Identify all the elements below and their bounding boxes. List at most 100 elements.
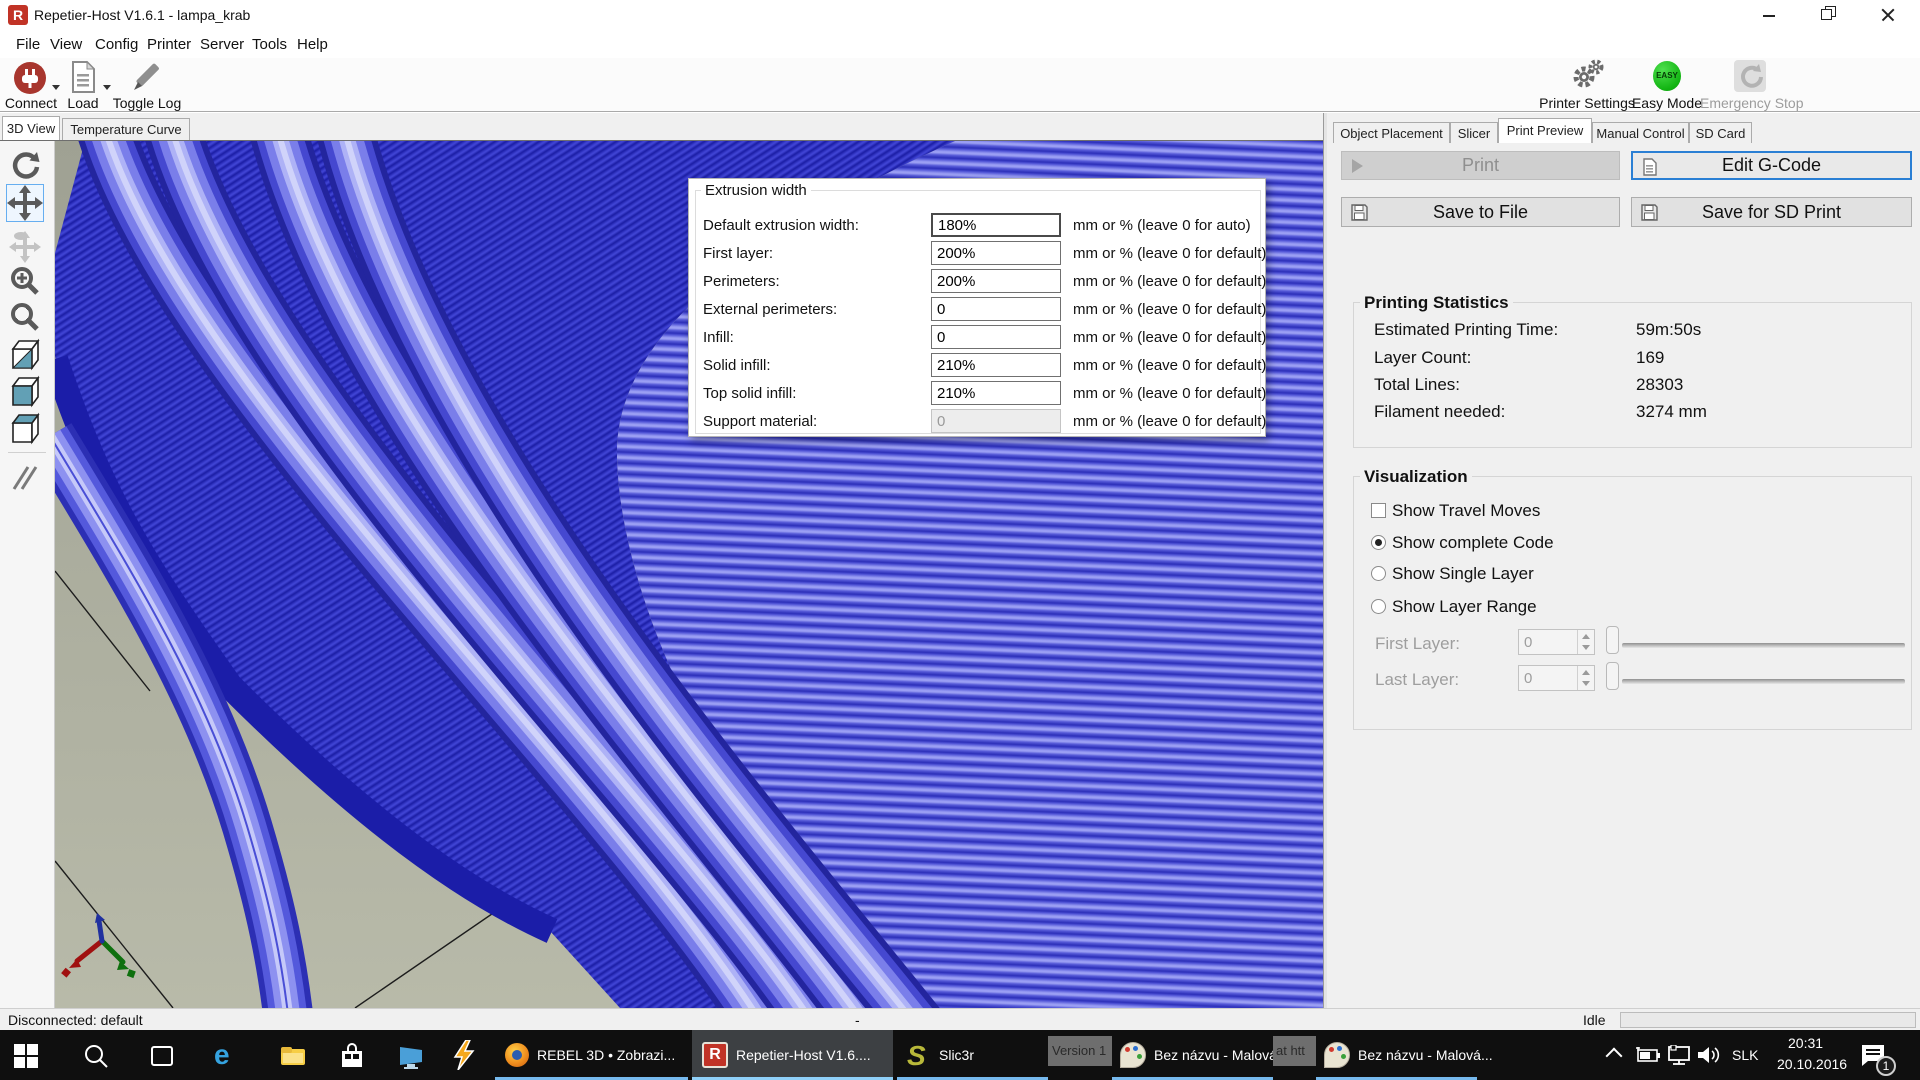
show-single-layer-label[interactable]: Show Single Layer xyxy=(1392,564,1534,584)
taskbar-repetier-button[interactable]: R Repetier-Host V1.6.... xyxy=(692,1030,893,1080)
last-layer-slider-handle xyxy=(1606,662,1619,690)
menu-tools[interactable]: Tools xyxy=(252,36,287,53)
printer-state: Idle xyxy=(1583,1012,1606,1028)
printer-settings-button[interactable] xyxy=(1570,58,1604,92)
task-view-icon[interactable] xyxy=(150,1045,174,1067)
show-layer-range-label[interactable]: Show Layer Range xyxy=(1392,597,1537,617)
easy-mode-button[interactable]: EASY xyxy=(1653,61,1681,91)
edit-gcode-button[interactable]: Edit G-Code xyxy=(1631,151,1912,180)
front-view-icon[interactable] xyxy=(8,374,42,408)
show-complete-code-radio[interactable] xyxy=(1371,535,1386,550)
solid-infill-width-input[interactable] xyxy=(931,353,1061,377)
print-button: Print xyxy=(1341,151,1620,180)
field-hint: mm or % (leave 0 for default) xyxy=(1073,329,1266,346)
taskbar-button-label: Repetier-Host V1.6.... xyxy=(736,1047,871,1063)
search-icon[interactable] xyxy=(84,1044,108,1068)
clock-date[interactable]: 20.10.2016 xyxy=(1777,1056,1847,1072)
save-for-sd-button[interactable]: Save for SD Print xyxy=(1631,197,1912,227)
menu-printer[interactable]: Printer xyxy=(147,36,191,53)
parallel-projection-icon[interactable] xyxy=(10,461,40,495)
zoom-in-icon[interactable] xyxy=(9,265,41,297)
file-explorer-icon[interactable] xyxy=(280,1045,306,1067)
menu-server[interactable]: Server xyxy=(200,36,244,53)
store-icon[interactable] xyxy=(340,1043,364,1069)
tab-slicer[interactable]: Slicer xyxy=(1450,122,1498,143)
menu-view[interactable]: View xyxy=(50,36,82,53)
menu-help[interactable]: Help xyxy=(297,36,328,53)
last-layer-value: 0 xyxy=(1524,670,1532,687)
restore-button[interactable] xyxy=(1805,0,1851,30)
first-layer-spinner: 0 xyxy=(1518,629,1595,655)
taskbar-paint1-button[interactable]: Bez názvu - Malová... xyxy=(1112,1030,1273,1080)
clock-time[interactable]: 20:31 xyxy=(1788,1035,1823,1051)
move-view-button[interactable] xyxy=(6,184,44,222)
stat-label: Total Lines: xyxy=(1374,375,1460,395)
taskbar-firefox-button[interactable]: REBEL 3D • Zobrazi... xyxy=(495,1030,688,1080)
zoom-fit-icon[interactable] xyxy=(9,301,41,333)
tray-chevron-icon[interactable] xyxy=(1606,1048,1623,1065)
field-label: Default extrusion width: xyxy=(703,217,859,234)
menu-file[interactable]: File xyxy=(16,36,40,53)
isometric-view-icon[interactable] xyxy=(8,337,42,371)
first-layer-width-input[interactable] xyxy=(931,241,1061,265)
tab-print-preview[interactable]: Print Preview xyxy=(1498,118,1592,143)
notification-badge[interactable]: 1 xyxy=(1876,1056,1896,1076)
default-extrusion-width-input[interactable] xyxy=(931,213,1061,237)
show-travel-moves-checkbox[interactable] xyxy=(1371,503,1386,518)
load-button[interactable] xyxy=(68,60,98,94)
taskbar-slic3r-button[interactable]: S Slic3r xyxy=(897,1030,1048,1080)
close-button[interactable] xyxy=(1864,0,1910,30)
top-solid-infill-width-input[interactable] xyxy=(931,381,1061,405)
tab-temperature-curve[interactable]: Temperature Curve xyxy=(62,118,190,141)
stat-label: Estimated Printing Time: xyxy=(1374,320,1558,340)
external-perimeters-width-input[interactable] xyxy=(931,297,1061,321)
field-label: Support material: xyxy=(703,413,817,430)
emergency-stop-icon xyxy=(1734,60,1766,92)
battery-icon[interactable] xyxy=(1635,1047,1661,1063)
toggle-log-label: Toggle Log xyxy=(112,95,182,111)
taskbar-paint2-button[interactable]: Bez názvu - Malová... xyxy=(1316,1030,1477,1080)
menu-config[interactable]: Config xyxy=(95,36,138,53)
start-button-icon[interactable] xyxy=(14,1044,38,1068)
network-icon[interactable] xyxy=(1666,1045,1692,1065)
background-window-peek[interactable]: Version 1 xyxy=(1048,1036,1112,1066)
field-hint: mm or % (leave 0 for default) xyxy=(1073,301,1266,318)
stat-label: Filament needed: xyxy=(1374,402,1505,422)
background-window-peek[interactable]: at htt xyxy=(1273,1036,1316,1066)
extrusion-width-panel: Extrusion width Default extrusion width:… xyxy=(688,178,1266,437)
toggle-log-button[interactable] xyxy=(130,60,164,94)
save-to-file-button[interactable]: Save to File xyxy=(1341,197,1620,227)
edge-browser-icon[interactable]: e xyxy=(214,1042,240,1070)
show-travel-moves-label[interactable]: Show Travel Moves xyxy=(1392,501,1540,521)
rotate-view-icon[interactable] xyxy=(10,150,40,180)
gears-icon xyxy=(1570,58,1604,92)
volume-icon[interactable] xyxy=(1696,1045,1720,1065)
tab-manual-control[interactable]: Manual Control xyxy=(1592,122,1689,143)
connect-dropdown-icon[interactable] xyxy=(52,85,60,90)
show-complete-code-label[interactable]: Show complete Code xyxy=(1392,533,1554,553)
visualization-title: Visualization xyxy=(1360,467,1472,487)
spinner-arrows-icon xyxy=(1577,630,1594,654)
load-dropdown-icon[interactable] xyxy=(103,85,111,90)
show-layer-range-radio[interactable] xyxy=(1371,599,1386,614)
perimeters-width-input[interactable] xyxy=(931,269,1061,293)
tab-sd-card[interactable]: SD Card xyxy=(1689,122,1752,143)
easy-badge: EASY xyxy=(1653,71,1681,80)
menu-bar: File View Config Printer Server Tools He… xyxy=(0,30,1920,58)
infill-width-input[interactable] xyxy=(931,325,1061,349)
field-label: External perimeters: xyxy=(703,301,837,318)
tab-3d-view[interactable]: 3D View xyxy=(2,116,60,141)
top-view-icon[interactable] xyxy=(8,411,42,445)
stat-value: 169 xyxy=(1636,348,1664,368)
emergency-stop-button[interactable] xyxy=(1734,60,1766,92)
status-bar: Disconnected: default - Idle xyxy=(0,1008,1920,1030)
connect-button[interactable] xyxy=(13,61,47,95)
tab-object-placement[interactable]: Object Placement xyxy=(1333,122,1450,143)
move-object-icon[interactable] xyxy=(8,229,42,263)
winamp-icon[interactable] xyxy=(450,1040,478,1070)
show-single-layer-radio[interactable] xyxy=(1371,566,1386,581)
remote-desktop-icon[interactable] xyxy=(398,1045,424,1069)
language-indicator[interactable]: SLK xyxy=(1732,1047,1758,1063)
progress-bar xyxy=(1620,1012,1916,1028)
minimize-button[interactable] xyxy=(1746,0,1792,30)
